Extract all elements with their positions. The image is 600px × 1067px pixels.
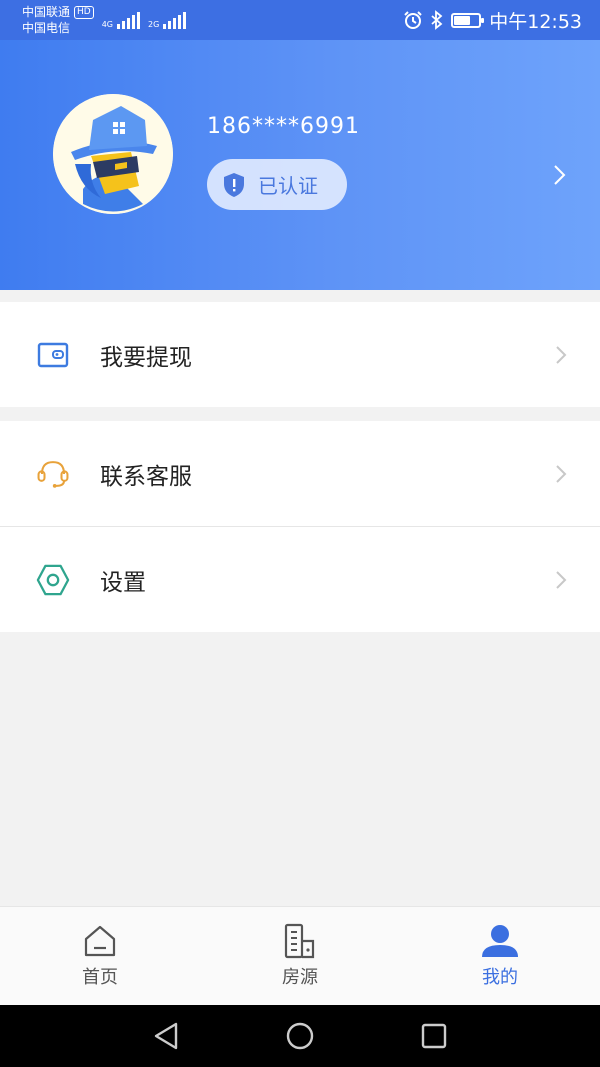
battery-icon — [451, 12, 485, 28]
customer-service-label: 联系客服 — [100, 463, 192, 490]
mascot-avatar-icon — [53, 94, 173, 214]
carrier-1: 中国联通 — [22, 5, 71, 19]
signal-icon: 4G — [101, 11, 141, 29]
headset-icon — [37, 460, 69, 488]
building-icon — [284, 923, 315, 959]
avatar[interactable] — [53, 94, 173, 214]
tab-listings[interactable]: 房源 — [200, 907, 400, 1005]
alarm-icon — [404, 11, 422, 29]
chevron-right-icon — [556, 345, 567, 364]
wallet-icon — [37, 342, 69, 367]
back-icon[interactable] — [152, 1021, 180, 1051]
menu-item-settings[interactable]: 设置 — [0, 527, 600, 632]
status-bar: 中国联通 HD 中国电信 4G 2G 中午12:53 — [0, 0, 600, 40]
tab-mine[interactable]: 我的 — [400, 907, 600, 1005]
bluetooth-icon — [431, 10, 443, 30]
home-circle-icon[interactable] — [285, 1021, 315, 1051]
system-nav-bar — [0, 1005, 600, 1067]
menu-item-withdraw[interactable]: 我要提现 — [0, 302, 600, 407]
chevron-right-icon[interactable] — [552, 163, 568, 187]
tab-home-label: 首页 — [82, 967, 118, 988]
tab-listings-label: 房源 — [282, 967, 318, 988]
withdraw-card: 我要提现 — [0, 302, 600, 407]
chevron-right-icon — [556, 464, 567, 483]
user-icon — [482, 925, 518, 957]
settings-icon — [36, 564, 70, 595]
verified-badge: 已认证 — [207, 159, 347, 210]
shield-icon — [224, 172, 244, 197]
tab-mine-label: 我的 — [482, 967, 518, 988]
recents-icon[interactable] — [420, 1022, 448, 1050]
menu-item-customer-service[interactable]: 联系客服 — [0, 421, 600, 526]
settings-label: 设置 — [100, 569, 146, 596]
phone-number: 186****6991 — [207, 114, 360, 139]
clock: 中午12:53 — [489, 10, 582, 33]
chevron-right-icon — [556, 570, 567, 589]
verified-label: 已认证 — [258, 174, 318, 198]
home-icon — [84, 925, 116, 957]
service-settings-card: 联系客服 设置 — [0, 421, 600, 632]
signal-icon: 2G — [148, 11, 187, 29]
withdraw-label: 我要提现 — [100, 344, 192, 371]
network-type: 2G — [148, 19, 160, 29]
tab-home[interactable]: 首页 — [0, 907, 200, 1005]
hd-badge: HD — [74, 5, 94, 19]
carrier-2: 中国电信 — [22, 21, 71, 35]
bottom-tab-bar: 首页 房源 我的 — [0, 906, 600, 1005]
network-type: 4G — [101, 19, 114, 29]
profile-header[interactable]: 186****6991 已认证 — [0, 40, 600, 290]
